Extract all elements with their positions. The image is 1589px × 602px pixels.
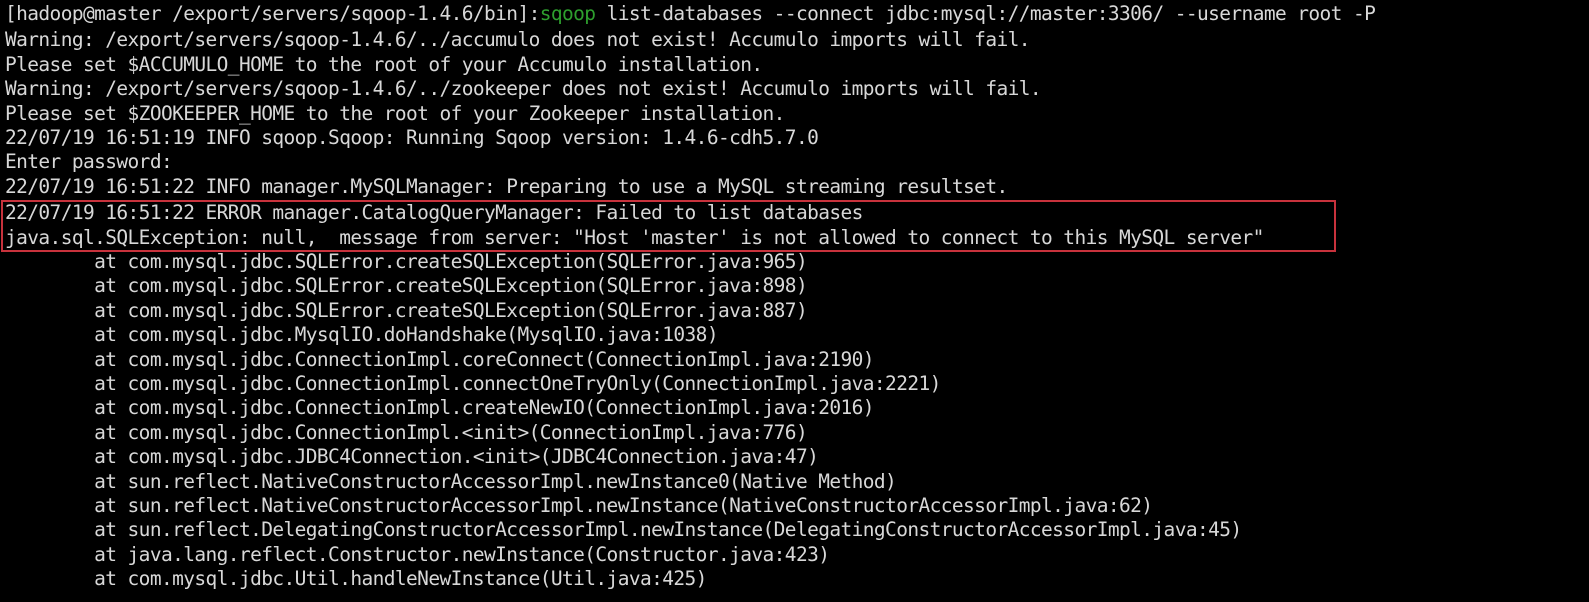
output-line: Enter password: — [5, 150, 173, 174]
exception-line: java.sql.SQLException: null, message fro… — [5, 225, 1264, 249]
error-line: 22/07/19 16:51:22 ERROR manager.CatalogQ… — [5, 201, 863, 225]
output-line: 22/07/19 16:51:19 INFO sqoop.Sqoop: Runn… — [5, 126, 819, 149]
output-line: 22/07/19 16:51:22 INFO manager.MySQLMana… — [5, 174, 1008, 198]
stack-trace-line: at java.lang.reflect.Constructor.newInst… — [5, 542, 830, 566]
output-line: Warning: /export/servers/sqoop-1.4.6/../… — [5, 77, 1042, 101]
command-name: sqoop — [539, 2, 596, 25]
stack-trace-line: at com.mysql.jdbc.MysqlIO.doHandshake(My… — [5, 323, 718, 347]
stack-trace-line: at com.mysql.jdbc.JDBC4Connection.<init>… — [5, 445, 819, 469]
stack-trace-line: at com.mysql.jdbc.SQLError.createSQLExce… — [5, 250, 808, 273]
stack-trace-line: at sun.reflect.DelegatingConstructorAcce… — [5, 518, 1242, 542]
stack-trace-line: at com.mysql.jdbc.ConnectionImpl.connect… — [5, 372, 941, 395]
command-line: [hadoop@master /export/servers/sqoop-1.4… — [5, 2, 1376, 26]
command-args: list-databases --connect jdbc:mysql://ma… — [595, 2, 1376, 25]
output-line: Please set $ZOOKEEPER_HOME to the root o… — [5, 101, 785, 125]
stack-trace-line: at com.mysql.jdbc.ConnectionImpl.coreCon… — [5, 347, 874, 371]
stack-trace-line: at com.mysql.jdbc.ConnectionImpl.createN… — [5, 396, 874, 420]
stack-trace-line: at sun.reflect.NativeConstructorAccessor… — [5, 469, 897, 493]
stack-trace-line: at com.mysql.jdbc.SQLError.createSQLExce… — [5, 274, 808, 298]
stack-trace-line: at com.mysql.jdbc.Util.handleNewInstance… — [5, 567, 707, 591]
stack-trace-line: at com.mysql.jdbc.SQLError.createSQLExce… — [5, 298, 808, 322]
shell-prompt: [hadoop@master /export/servers/sqoop-1.4… — [5, 2, 540, 25]
stack-trace-line: at com.mysql.jdbc.ConnectionImpl.<init>(… — [5, 420, 808, 444]
stack-trace-line: at sun.reflect.NativeConstructorAccessor… — [5, 494, 1153, 517]
terminal-window[interactable]: [hadoop@master /export/servers/sqoop-1.4… — [0, 0, 1589, 602]
output-line: Warning: /export/servers/sqoop-1.4.6/../… — [5, 28, 1030, 52]
output-line: Please set $ACCUMULO_HOME to the root of… — [5, 52, 763, 76]
